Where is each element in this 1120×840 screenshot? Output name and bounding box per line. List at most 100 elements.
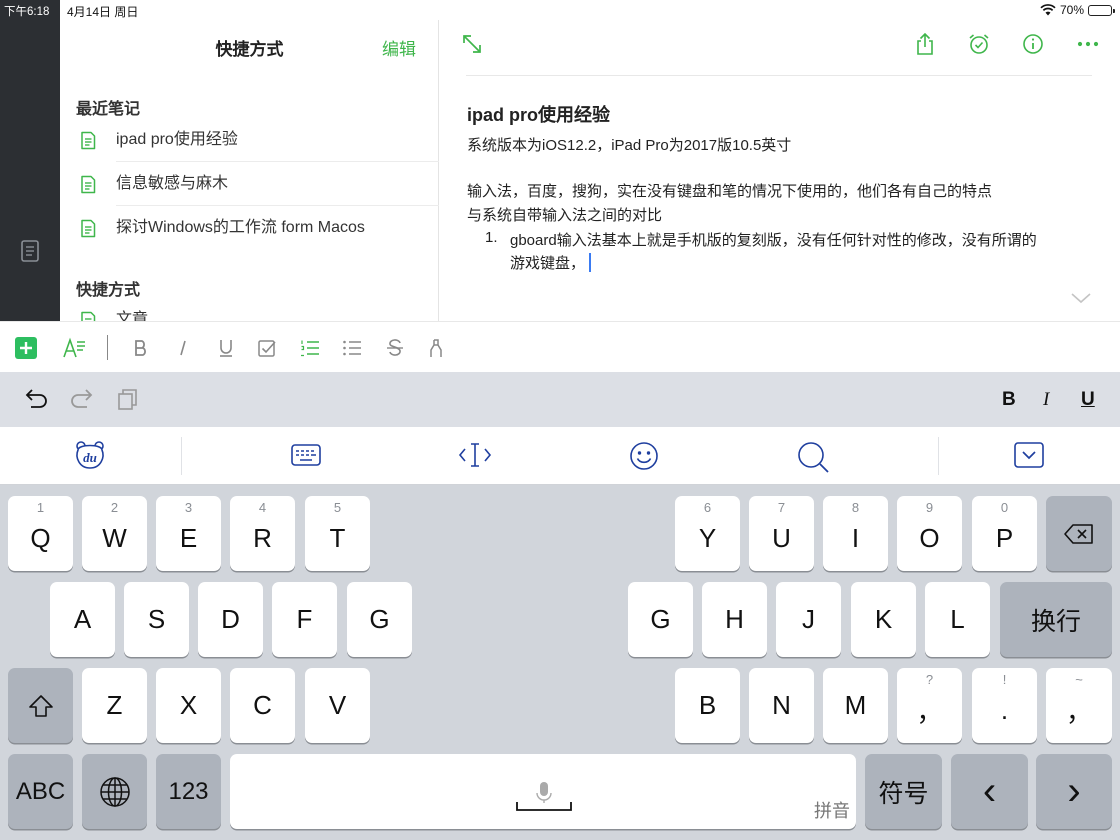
key-k[interactable]: K xyxy=(851,582,916,657)
key-r[interactable]: 4R xyxy=(230,496,295,571)
shortcut-item[interactable]: 文章 xyxy=(76,298,439,321)
hide-keyboard-icon[interactable] xyxy=(1013,441,1045,469)
key-h[interactable]: H xyxy=(702,582,767,657)
bold-icon[interactable] xyxy=(128,335,154,361)
key-hint: 4 xyxy=(258,500,267,515)
key-hint: ~ xyxy=(1075,672,1083,687)
note-body-line[interactable]: 系统版本为iOS12.2，iPad Pro为2017版10.5英寸 xyxy=(467,134,791,155)
key-n[interactable]: N xyxy=(749,668,814,743)
cursor-move-icon[interactable] xyxy=(458,441,492,469)
key-d[interactable]: D xyxy=(198,582,263,657)
key-t[interactable]: 5T xyxy=(305,496,370,571)
key-hint: 8 xyxy=(851,500,860,515)
paste-icon[interactable] xyxy=(116,386,140,412)
undo-icon[interactable] xyxy=(23,386,49,412)
text-style-icon[interactable] xyxy=(61,335,87,361)
key-label: ， xyxy=(1065,697,1092,727)
key-l[interactable]: L xyxy=(925,582,990,657)
strikethrough-icon[interactable] xyxy=(382,335,408,361)
share-icon[interactable] xyxy=(913,32,937,56)
recent-note-item[interactable]: 探讨Windows的工作流 form Macos xyxy=(76,206,439,250)
microphone-icon xyxy=(515,780,573,812)
status-date: 4月14日 周日 xyxy=(67,5,139,19)
italic-icon[interactable] xyxy=(170,335,196,361)
key-period[interactable]: !. xyxy=(972,668,1037,743)
italic-shortcut[interactable]: I xyxy=(1043,389,1049,411)
key-x[interactable]: X xyxy=(156,668,221,743)
chevron-down-icon[interactable] xyxy=(1070,292,1092,304)
key-p[interactable]: 0P xyxy=(972,496,1037,571)
bulleted-list-icon[interactable] xyxy=(339,335,365,361)
key-q[interactable]: 1Q xyxy=(8,496,73,571)
key-g[interactable]: G xyxy=(347,582,412,657)
key-v[interactable]: V xyxy=(305,668,370,743)
number-key[interactable]: 123 xyxy=(156,754,221,829)
redo-icon[interactable] xyxy=(69,386,95,412)
numbered-list-icon[interactable] xyxy=(297,335,323,361)
key-comma[interactable]: ?， xyxy=(897,668,962,743)
underline-shortcut[interactable]: U xyxy=(1081,389,1095,411)
add-icon[interactable] xyxy=(13,335,39,361)
sidebar: 快捷方式 编辑 最近笔记 ipad pro使用经验 信息敏感与麻木 探讨Wind… xyxy=(60,20,439,321)
key-j[interactable]: J xyxy=(776,582,841,657)
key-g[interactable]: G xyxy=(628,582,693,657)
globe-icon xyxy=(99,776,131,808)
key-e[interactable]: 3E xyxy=(156,496,221,571)
key-o[interactable]: 9O xyxy=(897,496,962,571)
key-c[interactable]: C xyxy=(230,668,295,743)
key-z[interactable]: Z xyxy=(82,668,147,743)
baidu-logo-icon[interactable]: du xyxy=(74,439,106,471)
shortcut-title: 文章 xyxy=(116,311,149,321)
edit-button[interactable]: 编辑 xyxy=(382,35,416,60)
underline-icon[interactable] xyxy=(213,335,239,361)
symbols-key[interactable]: 符号 xyxy=(865,754,942,829)
status-bar: 下午6:18 4月14日 周日 70% xyxy=(0,0,1120,20)
shift-icon xyxy=(28,694,54,718)
chevron-left-icon: ‹ xyxy=(982,769,997,813)
recent-note-item[interactable]: ipad pro使用经验 xyxy=(76,118,439,162)
baidu-logo-text: du xyxy=(83,450,97,465)
bold-shortcut[interactable]: B xyxy=(1002,389,1016,411)
recent-note-item[interactable]: 信息敏感与麻木 xyxy=(76,162,439,206)
key-label: A xyxy=(73,604,92,634)
key-label: F xyxy=(296,604,313,634)
delete-key[interactable] xyxy=(1046,496,1112,571)
notes-rail-icon[interactable] xyxy=(20,239,40,263)
key-f[interactable]: F xyxy=(272,582,337,657)
key-m[interactable]: M xyxy=(823,668,888,743)
key-comma-alt[interactable]: ~， xyxy=(1046,668,1112,743)
expand-icon[interactable] xyxy=(460,32,484,56)
checkbox-icon[interactable] xyxy=(254,335,280,361)
key-w[interactable]: 2W xyxy=(82,496,147,571)
more-icon[interactable] xyxy=(1076,32,1100,56)
abc-key[interactable]: ABC xyxy=(8,754,73,829)
key-u[interactable]: 7U xyxy=(749,496,814,571)
chevron-right-icon: › xyxy=(1067,769,1081,813)
right-arrow-key[interactable]: › xyxy=(1036,754,1112,829)
info-icon[interactable] xyxy=(1021,32,1045,56)
key-i[interactable]: 8I xyxy=(823,496,888,571)
emoji-icon[interactable] xyxy=(628,441,660,471)
return-key[interactable]: 换行 xyxy=(1000,582,1112,657)
key-label: K xyxy=(874,604,893,634)
list-item[interactable]: gboard输入法基本上就是手机版的复刻版，没有任何针对性的修改，没有所谓的 游… xyxy=(510,229,1090,275)
keyboard-icon[interactable] xyxy=(290,441,322,469)
key-a[interactable]: A xyxy=(50,582,115,657)
key-hint: 0 xyxy=(1000,500,1009,515)
reminder-icon[interactable] xyxy=(967,32,991,56)
delete-icon xyxy=(1063,523,1095,545)
search-icon[interactable] xyxy=(796,441,830,473)
key-b[interactable]: B xyxy=(675,668,740,743)
key-label: N xyxy=(772,690,791,720)
shift-key[interactable] xyxy=(8,668,73,743)
note-title-heading[interactable]: ipad pro使用经验 xyxy=(467,101,610,127)
key-y[interactable]: 6Y xyxy=(675,496,740,571)
highlighter-icon[interactable] xyxy=(423,335,449,361)
status-right: 70% xyxy=(1040,3,1115,17)
note-body-line[interactable]: 与系统自带输入法之间的对比 xyxy=(467,204,662,225)
globe-key[interactable] xyxy=(82,754,147,829)
left-arrow-key[interactable]: ‹ xyxy=(951,754,1028,829)
key-s[interactable]: S xyxy=(124,582,189,657)
space-key[interactable]: 拼音 xyxy=(230,754,856,829)
note-body-line[interactable]: 输入法，百度，搜狗，实在没有键盘和笔的情况下使用的，他们各有自己的特点 xyxy=(467,180,992,201)
